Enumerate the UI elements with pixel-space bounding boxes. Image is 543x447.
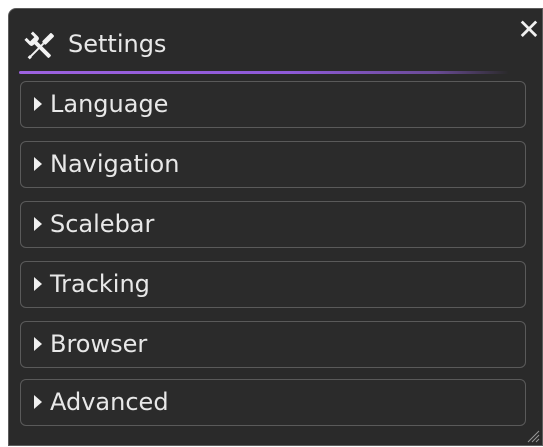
section-language[interactable]: Language [20, 81, 526, 128]
section-scalebar[interactable]: Scalebar [20, 201, 526, 248]
expand-arrow-icon [34, 157, 42, 171]
section-navigation[interactable]: Navigation [20, 141, 526, 188]
section-tracking[interactable]: Tracking [20, 261, 526, 308]
expand-arrow-icon [34, 337, 42, 351]
section-label: Tracking [50, 270, 150, 298]
resize-grip-icon[interactable] [524, 427, 540, 443]
close-button[interactable]: ✕ [516, 15, 542, 45]
settings-panel: Settings ✕ Language Navigation Scalebar … [8, 8, 543, 446]
section-label: Advanced [50, 388, 169, 416]
section-label: Scalebar [50, 210, 155, 238]
expand-arrow-icon [34, 217, 42, 231]
expand-arrow-icon [34, 97, 42, 111]
section-label: Navigation [50, 150, 180, 178]
section-label: Browser [50, 330, 148, 358]
expand-arrow-icon [34, 395, 42, 409]
section-browser[interactable]: Browser [20, 321, 526, 368]
panel-header: Settings ✕ [9, 9, 542, 75]
section-advanced[interactable]: Advanced [20, 379, 526, 426]
expand-arrow-icon [34, 277, 42, 291]
panel-title: Settings [68, 30, 167, 58]
tools-icon [20, 27, 60, 67]
header-divider [19, 71, 509, 74]
close-icon: ✕ [517, 13, 541, 46]
section-label: Language [50, 90, 169, 118]
